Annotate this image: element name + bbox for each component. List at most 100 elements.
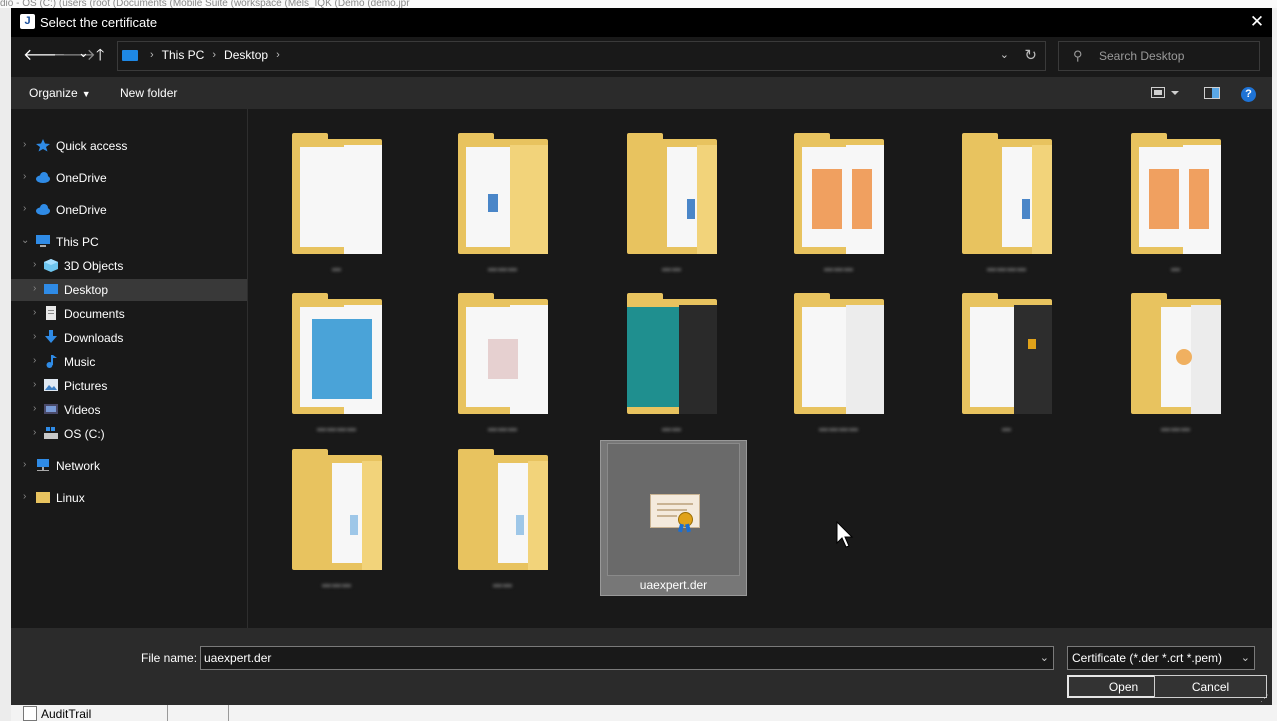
expand-chevron-icon[interactable]: › xyxy=(33,403,36,414)
address-bar[interactable]: › This PC › Desktop › ⌄ ↻ xyxy=(117,41,1046,71)
music-icon xyxy=(46,355,57,368)
breadcrumb-separator[interactable]: › xyxy=(276,49,280,61)
caret-down-icon: ▼ xyxy=(81,89,91,99)
folder-icon xyxy=(458,293,548,414)
background-statusbar: AuditTrail xyxy=(11,705,1277,721)
expand-chevron-icon[interactable]: ⌄ xyxy=(21,235,29,246)
breadcrumb-desktop[interactable]: Desktop xyxy=(224,48,268,62)
folder-icon xyxy=(794,133,884,254)
file-type-filter-select[interactable]: Certificate (*.der *.crt *.pem) ⌄ xyxy=(1067,646,1255,670)
new-folder-button[interactable]: New folder xyxy=(120,86,177,100)
folder-icon xyxy=(627,293,717,414)
refresh-icon: ↻ xyxy=(1024,47,1037,64)
cancel-button[interactable]: Cancel xyxy=(1154,675,1267,698)
folder-name-blurred: ▬▬▬ xyxy=(824,263,854,273)
sidebar-item-label: Linux xyxy=(56,491,85,505)
sidebar-item-onedrive-2[interactable]: › OneDrive xyxy=(11,199,247,221)
resize-grip-icon[interactable]: ⋰ xyxy=(1260,693,1270,703)
folder-item[interactable]: ▬▬▬ xyxy=(292,449,382,590)
breadcrumb-separator[interactable]: › xyxy=(150,49,154,61)
sidebar-item-linux[interactable]: › Linux xyxy=(11,487,247,509)
sidebar-item-onedrive[interactable]: › OneDrive xyxy=(11,167,247,189)
breadcrumb-separator[interactable]: › xyxy=(212,49,216,61)
expand-chevron-icon[interactable]: › xyxy=(33,307,36,318)
folder-item[interactable]: ▬▬▬▬ xyxy=(292,293,382,434)
sidebar-item-this-pc[interactable]: ⌄ This PC xyxy=(11,231,247,253)
expand-chevron-icon[interactable]: › xyxy=(23,139,26,150)
expand-chevron-icon[interactable]: › xyxy=(33,427,36,438)
folder-item[interactable]: ▬▬▬▬ xyxy=(962,133,1052,274)
expand-chevron-icon[interactable]: › xyxy=(23,203,26,214)
file-name-combobox[interactable]: ⌄ xyxy=(200,646,1054,670)
sidebar-item-documents[interactable]: › Documents xyxy=(11,303,247,325)
sidebar-item-pictures[interactable]: › Pictures xyxy=(11,375,247,397)
file-item-selected[interactable]: uaexpert.der xyxy=(600,440,747,596)
sidebar-item-label: OneDrive xyxy=(56,171,107,185)
sidebar-item-3d-objects[interactable]: › 3D Objects xyxy=(11,255,247,277)
preview-pane-icon xyxy=(1204,87,1220,99)
breadcrumb-this-pc[interactable]: This PC xyxy=(162,48,205,62)
cloud-icon xyxy=(36,204,50,215)
folder-item[interactable]: ▬▬ xyxy=(627,293,717,434)
document-icon xyxy=(23,706,37,721)
file-name-input[interactable] xyxy=(204,650,1024,666)
folder-item[interactable]: ▬▬ xyxy=(627,133,717,274)
expand-chevron-icon[interactable]: › xyxy=(33,379,36,390)
refresh-button[interactable]: ↻ xyxy=(1024,46,1037,64)
help-button[interactable]: ? xyxy=(1241,86,1256,102)
preview-pane-button[interactable] xyxy=(1204,87,1220,102)
folder-item[interactable]: ▬▬▬ xyxy=(458,293,548,434)
folder-name-blurred: ▬▬▬▬ xyxy=(819,423,859,433)
expand-chevron-icon[interactable]: › xyxy=(23,491,26,502)
background-separator xyxy=(167,705,229,721)
sidebar-item-network[interactable]: › Network xyxy=(11,455,247,477)
folder-item[interactable]: ▬▬▬ xyxy=(794,133,884,274)
folder-item[interactable]: ▬ xyxy=(962,293,1052,434)
folder-name-blurred: ▬▬▬ xyxy=(1161,423,1191,433)
folder-item[interactable]: ▬▬ xyxy=(458,449,548,590)
expand-chevron-icon[interactable]: › xyxy=(23,171,26,182)
title-bar[interactable]: J Select the certificate ✕ xyxy=(11,8,1272,37)
expand-chevron-icon[interactable]: › xyxy=(23,459,26,470)
sidebar-item-videos[interactable]: › Videos xyxy=(11,399,247,421)
folder-name-blurred: ▬▬▬ xyxy=(322,579,352,589)
sidebar-item-downloads[interactable]: › Downloads xyxy=(11,327,247,349)
folder-item[interactable]: ▬ xyxy=(292,133,382,274)
search-box[interactable]: ⚲ Search Desktop xyxy=(1058,41,1260,71)
sidebar-item-label: Network xyxy=(56,459,101,473)
network-icon xyxy=(37,459,49,471)
sidebar-item-os-c[interactable]: › OS (C:) xyxy=(11,423,247,445)
folder-item[interactable]: ▬▬▬ xyxy=(1131,293,1221,434)
folder-name-blurred: ▬▬▬ xyxy=(488,423,518,433)
folder-name-blurred: ▬ xyxy=(1171,263,1181,273)
forward-button[interactable]: 🡒 xyxy=(53,48,96,64)
sidebar-item-music[interactable]: › Music xyxy=(11,351,247,373)
chevron-down-icon[interactable]: ⌄ xyxy=(1040,651,1049,664)
file-open-dialog: J Select the certificate ✕ 🡐 🡒 ⌄ 🡑 › Thi… xyxy=(11,8,1272,705)
background-audittrail-item[interactable]: AuditTrail xyxy=(23,706,91,721)
change-view-button[interactable] xyxy=(1151,87,1179,102)
folder-icon xyxy=(36,492,50,503)
recent-locations-button[interactable]: ⌄ xyxy=(78,45,89,61)
close-button[interactable]: ✕ xyxy=(1242,8,1272,37)
help-icon: ? xyxy=(1241,87,1256,102)
chevron-down-icon: ⌄ xyxy=(78,45,89,60)
search-icon: ⚲ xyxy=(1073,48,1083,63)
folder-item[interactable]: ▬▬▬▬ xyxy=(794,293,884,434)
expand-chevron-icon[interactable]: › xyxy=(33,259,36,270)
folder-item[interactable]: ▬ xyxy=(1131,133,1221,274)
organize-button[interactable]: Organize ▼ xyxy=(29,86,91,100)
sidebar-item-quick-access[interactable]: › Quick access xyxy=(11,135,247,157)
folder-icon xyxy=(962,293,1052,414)
folder-name-blurred: ▬▬▬▬ xyxy=(987,263,1027,273)
pictures-icon xyxy=(44,379,58,391)
up-button[interactable]: 🡑 xyxy=(96,48,104,64)
sidebar-item-label: Music xyxy=(64,355,96,369)
sidebar-item-desktop[interactable]: › Desktop xyxy=(11,279,247,301)
videos-icon xyxy=(44,404,58,414)
expand-chevron-icon[interactable]: › xyxy=(33,355,36,366)
expand-chevron-icon[interactable]: › xyxy=(33,331,36,342)
address-dropdown-button[interactable]: ⌄ xyxy=(1000,48,1009,61)
folder-item[interactable]: ▬▬▬ xyxy=(458,133,548,274)
expand-chevron-icon[interactable]: › xyxy=(33,283,36,294)
